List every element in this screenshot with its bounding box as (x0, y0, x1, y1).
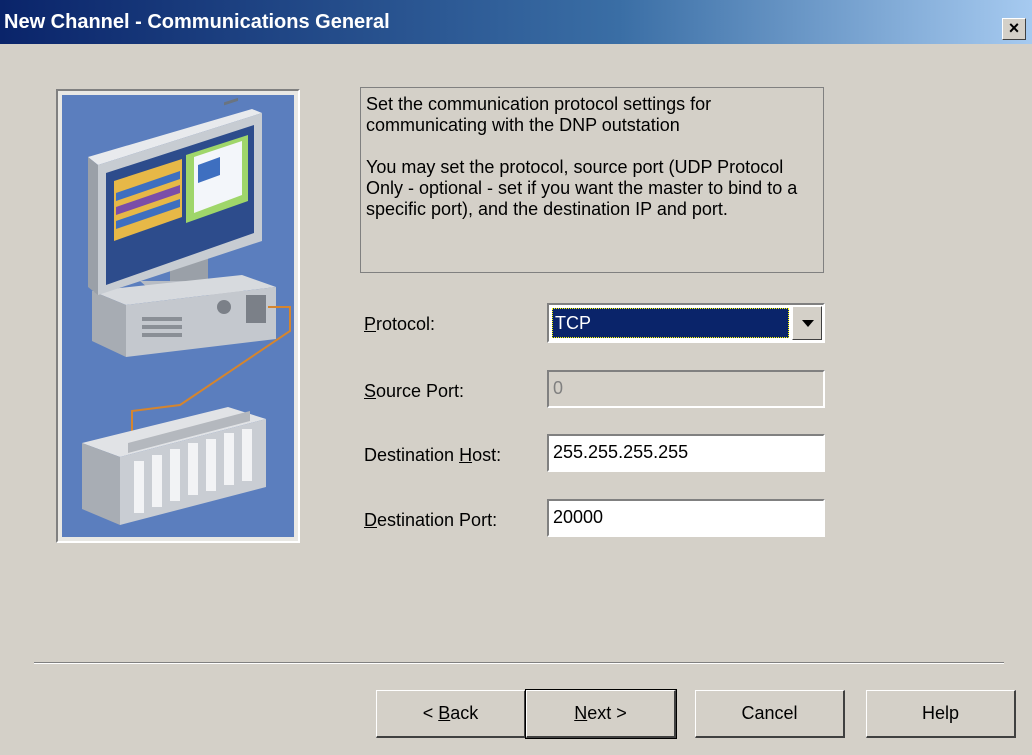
back-button-rest: ack (450, 703, 479, 723)
protocol-dropdown-button[interactable] (792, 306, 822, 340)
dialog-window: New Channel - Communications General × S… (0, 0, 1032, 755)
next-button[interactable]: Next > (525, 689, 677, 739)
help-button[interactable]: Help (866, 690, 1016, 738)
destination-host-label-prefix: Destination (364, 445, 460, 465)
destination-host-label-rest: ost: (472, 445, 502, 465)
protocol-label: Protocol: (364, 313, 435, 335)
cancel-button[interactable]: Cancel (695, 690, 845, 738)
description-box: Set the communication protocol settings … (360, 87, 824, 273)
computer-and-plc-network-illustration (82, 97, 291, 525)
source-port-label-rest: ource Port: (376, 381, 465, 401)
destination-host-input[interactable]: 255.255.255.255 (547, 434, 825, 472)
destination-host-label-mnemonic: H (459, 445, 473, 465)
wizard-illustration (56, 89, 300, 543)
back-button[interactable]: < Back (376, 690, 526, 738)
protocol-label-mnemonic: P (364, 314, 377, 334)
window-title: New Channel - Communications General (4, 11, 390, 33)
protocol-label-rest: rotocol: (376, 314, 436, 334)
close-icon: × (1008, 18, 1020, 38)
next-button-mnemonic: N (574, 703, 588, 723)
back-button-mnemonic: B (438, 703, 451, 723)
button-separator (34, 662, 1004, 664)
destination-port-label-mnemonic: D (364, 510, 377, 530)
source-port-input: 0 (547, 370, 825, 408)
back-button-prefix: < (422, 703, 439, 723)
description-paragraph-1: Set the communication protocol settings … (366, 94, 712, 135)
protocol-selected-value[interactable]: TCP (552, 308, 789, 338)
destination-port-label: Destination Port: (364, 509, 497, 531)
chevron-down-icon (802, 320, 814, 327)
source-port-label-mnemonic: S (364, 381, 377, 401)
source-port-label: Source Port: (364, 380, 464, 402)
description-paragraph-2: You may set the protocol, source port (U… (366, 157, 798, 219)
protocol-dropdown[interactable]: TCP (547, 303, 825, 343)
next-button-rest: ext > (587, 703, 627, 723)
illustration-background (62, 95, 294, 537)
destination-host-label: Destination Host: (364, 444, 501, 466)
title-bar[interactable]: New Channel - Communications General × (0, 0, 1032, 44)
close-button[interactable]: × (1002, 18, 1026, 40)
destination-port-label-rest: estination Port: (377, 510, 498, 530)
destination-port-input[interactable]: 20000 (547, 499, 825, 537)
